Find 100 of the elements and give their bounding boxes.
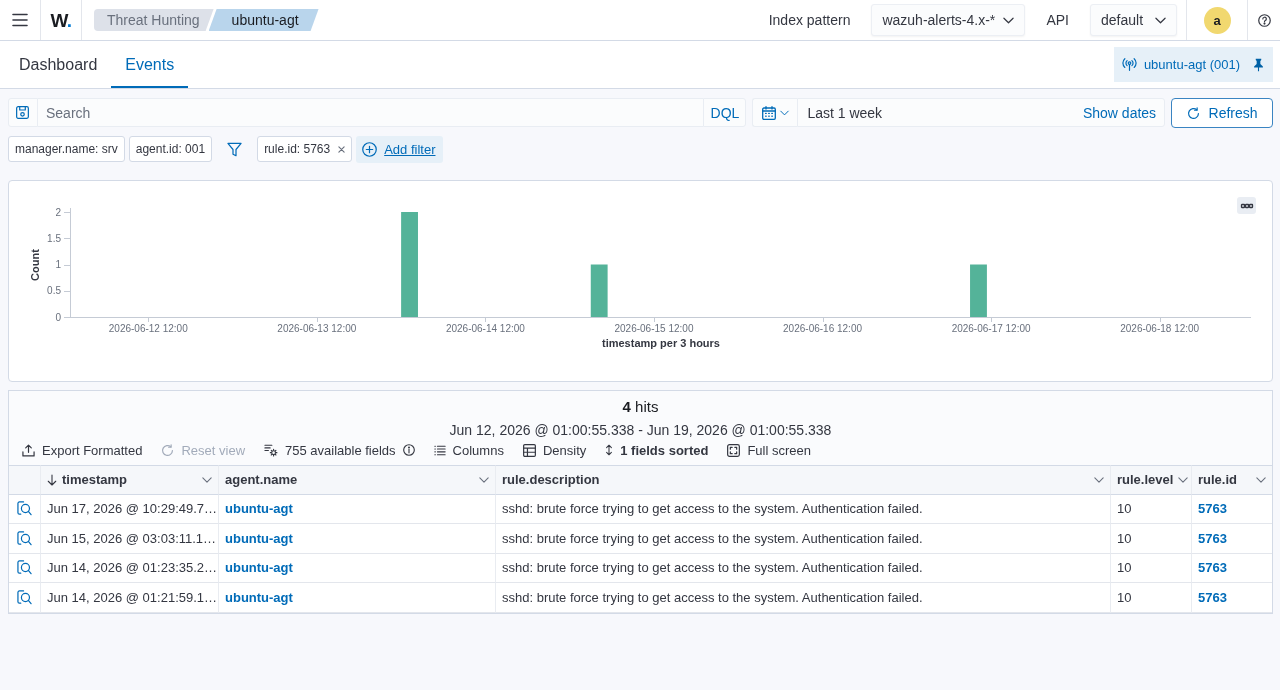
cell-link[interactable]: ubuntu-agt [225,589,293,605]
cell-link[interactable]: 5763 [1198,501,1227,517]
list-icon [433,444,446,456]
list-gear-icon [264,443,278,457]
help-icon [1257,13,1271,27]
query-language-button[interactable]: DQL [703,98,747,127]
chevron-down-icon [1094,476,1104,483]
y-tick-label: 0 [55,311,61,323]
column-header[interactable]: timestamp [41,465,219,495]
magnifier-icon[interactable] [17,530,32,546]
chevron-down-icon [202,476,212,483]
x-tick-label: 2026-06-15 12:00 [614,322,694,334]
table-cell: 10 [1111,553,1192,583]
dots-icon [1240,203,1253,208]
hits-count: 4 hits [622,397,659,417]
pin-icon[interactable] [1253,57,1264,72]
chevron-down-icon [1178,476,1189,483]
x-tick-label: 2026-06-12 12:00 [108,322,188,334]
agent-link[interactable]: ubuntu-agt (001) [1143,57,1240,72]
breadcrumb[interactable]: ubuntu-agt [208,9,319,31]
chevron-down-icon [1256,476,1266,483]
magnifier-icon[interactable] [17,501,32,517]
arrow-down-icon [47,473,57,486]
column-header[interactable]: rule.id [1192,465,1272,495]
x-tick-label: 2026-06-14 12:00 [445,322,525,334]
column-header[interactable]: agent.name [219,465,496,495]
refresh-button[interactable]: Refresh [1171,98,1274,128]
refresh-icon [161,443,175,457]
show-dates-link[interactable]: Show dates [1082,104,1157,121]
search-field[interactable]: Search [38,98,704,127]
y-tick-label: 2 [55,206,61,218]
table-cell: Jun 15, 2026 @ 03:03:11.1… [41,524,219,554]
close-icon[interactable] [338,145,346,153]
cell-link[interactable]: 5763 [1198,589,1227,605]
toolbar-button[interactable]: Density [522,442,587,458]
app-logo[interactable]: W. [50,10,72,30]
index-pattern-label: Index pattern [768,12,851,28]
toolbar-button[interactable]: Full screen [727,442,811,458]
tab[interactable]: Dashboard [5,41,112,88]
y-axis-title: Count [29,249,41,281]
filter-pill[interactable]: rule.id: 5763 [257,136,353,162]
chart-options-button[interactable] [1237,197,1256,214]
date-range-field[interactable]: Last 1 week Show dates [797,98,1166,127]
filter-pill[interactable]: agent.id: 001 [128,136,213,162]
magnifier-icon[interactable] [17,589,32,605]
chart-bar [590,264,608,317]
chevron-down-icon [479,476,489,483]
table-cell: sshd: brute force trying to get access to the system. Authentication failed. [496,494,1111,524]
antenna-icon [1121,58,1137,71]
chart-bar [970,264,987,317]
table-cell: sshd: brute force trying to get access to the system. Authentication failed. [496,524,1111,554]
chevron-down-icon [1155,16,1166,24]
tab[interactable]: Events [111,41,189,88]
user-avatar[interactable]: a [1203,6,1231,34]
upload-icon [22,443,35,457]
y-tick-label: 1 [55,259,61,270]
table-cell: 10 [1111,524,1192,554]
calendar-icon [761,105,776,120]
breadcrumb[interactable]: Threat Hunting [94,9,214,31]
x-tick-label: 2026-06-17 12:00 [951,322,1031,334]
table-icon [522,443,536,457]
api-label: API [1046,12,1069,28]
table-cell: sshd: brute force trying to get access to the system. Authentication failed. [496,553,1111,583]
add-filter-button[interactable]: Add filter [356,135,444,163]
fullscreen-icon [727,443,741,457]
index-pattern-select[interactable]: wazuh-alerts-4.x-* [871,4,1026,36]
saved-queries-button[interactable] [8,98,38,127]
filter-pill[interactable]: manager.name: srv [8,136,125,162]
sort-icon [605,444,614,456]
api-select[interactable]: default [1090,4,1177,36]
table-cell: Jun 17, 2026 @ 10:29:49.7… [41,494,219,524]
column-header[interactable]: rule.level [1111,465,1192,495]
toolbar-button[interactable]: Columns [433,442,504,458]
x-axis-title: timestamp per 3 hours [602,336,720,349]
table-cell: Jun 14, 2026 @ 01:21:59.1… [41,583,219,613]
toolbar-button[interactable]: Export Formatted [22,442,143,458]
time-range-text: Jun 12, 2026 @ 01:00:55.338 - Jun 19, 2026 @ 01:00:55.338 [449,421,832,439]
x-tick-label: 2026-06-16 12:00 [783,322,863,334]
cell-link[interactable]: 5763 [1198,560,1227,576]
table-cell: sshd: brute force trying to get access to the system. Authentication failed. [496,583,1111,613]
y-tick-label: 0.5 [47,285,61,297]
x-tick-label: 2026-06-13 12:00 [277,322,357,334]
x-tick-label: 2026-06-18 12:00 [1120,322,1200,334]
help-button[interactable] [1257,13,1271,27]
date-range-text: Last 1 week [807,104,883,121]
table-cell: Jun 14, 2026 @ 01:23:35.2… [41,553,219,583]
magnifier-icon[interactable] [17,560,32,576]
cell-link[interactable]: ubuntu-agt [225,530,293,546]
toolbar-button[interactable]: 1 fields sorted [605,442,709,458]
plus-circle-icon [362,141,378,157]
y-tick-label: 1.5 [47,232,61,244]
info-icon [402,444,415,456]
cell-link[interactable]: ubuntu-agt [225,560,293,576]
cell-link[interactable]: 5763 [1198,530,1227,546]
toolbar-button[interactable]: 755 available fields [264,442,415,458]
date-quick-menu-button[interactable] [752,98,798,127]
column-header[interactable]: rule.description [496,465,1111,495]
table-cell: 10 [1111,494,1192,524]
cell-link[interactable]: ubuntu-agt [225,501,293,517]
funnel-icon[interactable] [227,141,243,157]
